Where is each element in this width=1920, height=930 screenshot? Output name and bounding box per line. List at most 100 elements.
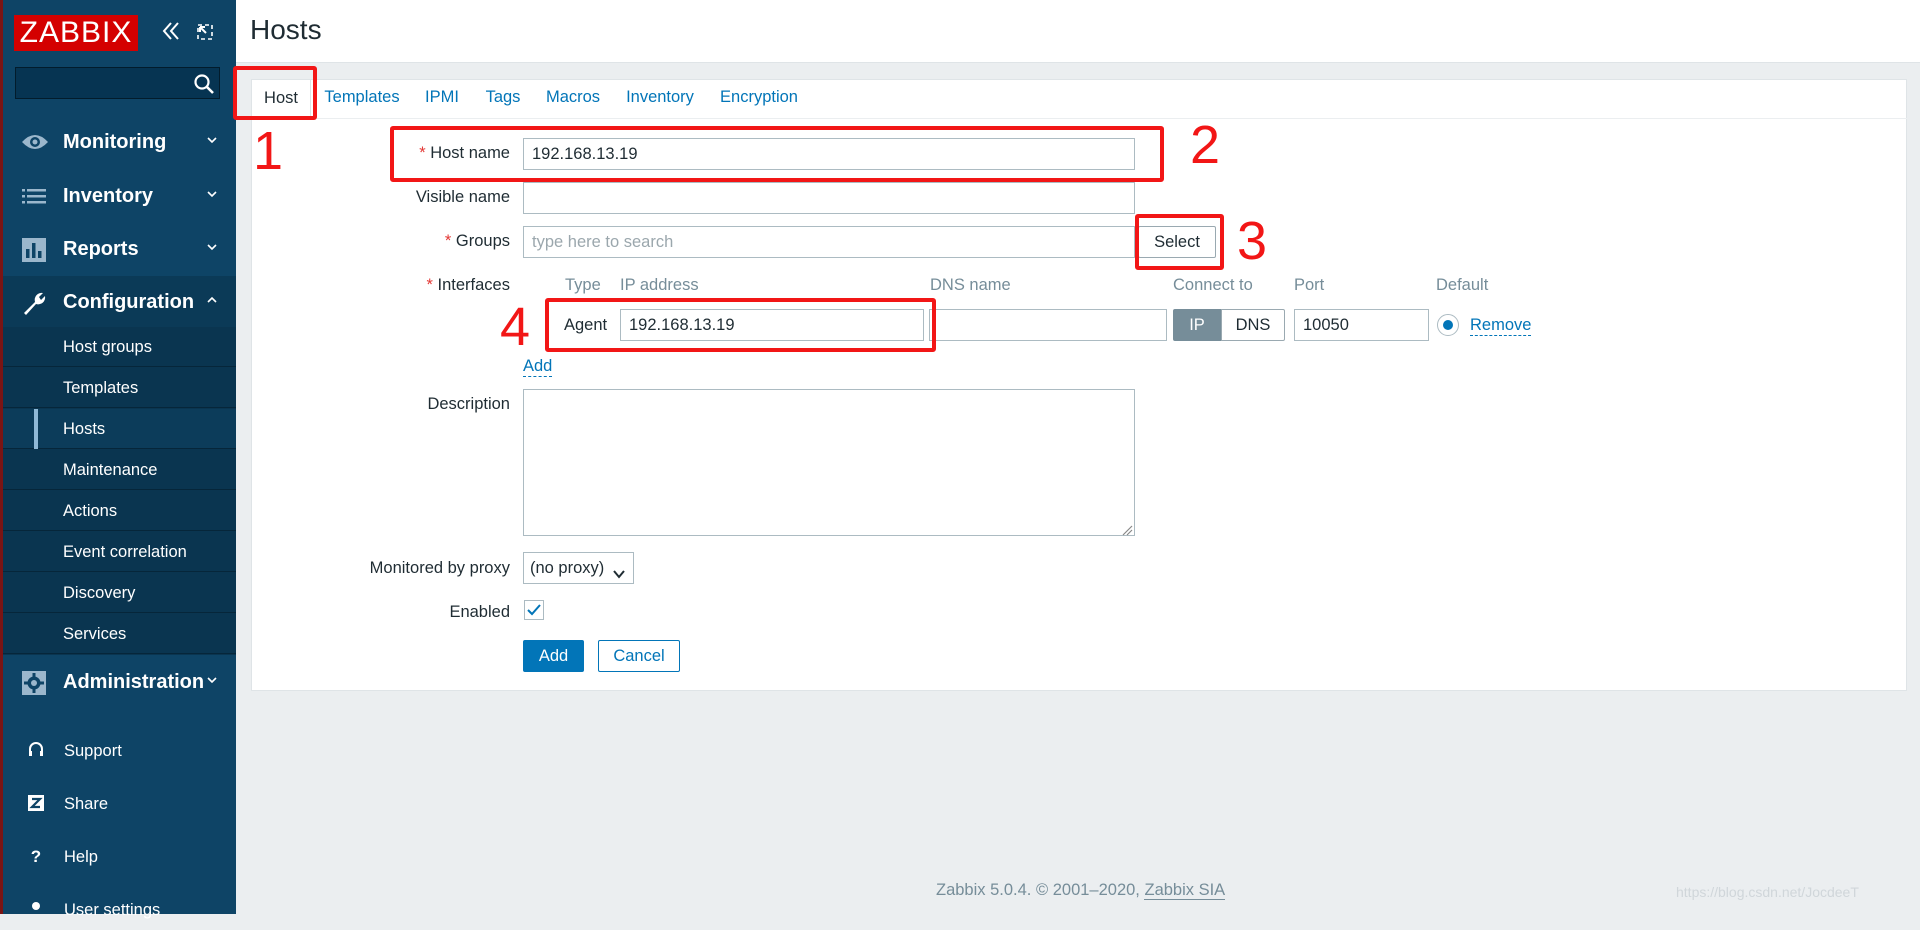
chevron-down-icon bbox=[205, 186, 219, 200]
col-port: Port bbox=[1294, 276, 1325, 294]
headset-icon bbox=[26, 741, 46, 761]
submenu-label: Event correlation bbox=[63, 543, 187, 561]
tab-encryption[interactable]: Encryption bbox=[712, 79, 806, 119]
submenu-label: Services bbox=[63, 625, 127, 643]
double-chevron-left-icon[interactable] bbox=[160, 18, 182, 48]
submenu-label: Host groups bbox=[63, 338, 152, 356]
tab-macros[interactable]: Macros bbox=[538, 79, 608, 119]
col-dns-name: DNS name bbox=[930, 276, 1011, 294]
menu-label: Configuration bbox=[63, 291, 195, 313]
menu-label: Inventory bbox=[63, 185, 154, 207]
submenu-services[interactable]: Services bbox=[3, 614, 236, 654]
add-interface-link[interactable]: Add bbox=[523, 356, 553, 377]
menu-label: Monitoring bbox=[63, 131, 167, 153]
col-connect-to: Connect to bbox=[1173, 276, 1253, 294]
sidebar-label: Share bbox=[64, 795, 109, 813]
question-icon: ? bbox=[30, 847, 42, 866]
sidebar-search-input[interactable] bbox=[15, 67, 220, 99]
interfaces-label-text: Interfaces bbox=[437, 276, 510, 294]
col-ip-address: IP address bbox=[620, 276, 699, 294]
submenu-label: Hosts bbox=[63, 420, 106, 438]
submenu-host-groups[interactable]: Host groups bbox=[3, 327, 236, 367]
gear-icon bbox=[20, 670, 48, 695]
proxy-selected-value: (no proxy) bbox=[530, 559, 605, 577]
configuration-submenu: Host groups Templates Hosts Maintenance … bbox=[3, 327, 236, 655]
menu-configuration[interactable]: Configuration bbox=[3, 276, 236, 328]
annotation-box-2 bbox=[390, 126, 1164, 182]
eye-icon bbox=[20, 130, 48, 154]
bar-chart-icon bbox=[20, 237, 48, 262]
annotation-number-4: 4 bbox=[500, 297, 531, 357]
interface-port-input[interactable]: 10050 bbox=[1294, 309, 1429, 341]
menu-inventory[interactable]: Inventory bbox=[3, 170, 236, 222]
chevron-down-icon bbox=[205, 239, 219, 253]
sidebar-help[interactable]: ? Help bbox=[3, 837, 236, 877]
groups-search-input[interactable]: type here to search bbox=[523, 226, 1135, 258]
submenu-maintenance[interactable]: Maintenance bbox=[3, 450, 236, 490]
chevron-down-icon bbox=[205, 132, 219, 146]
wrench-icon bbox=[20, 290, 48, 315]
col-type: Type bbox=[565, 276, 601, 294]
interface-dns-input[interactable] bbox=[929, 309, 1167, 341]
sidebar-label: Support bbox=[64, 742, 122, 760]
tab-ipmi[interactable]: IPMI bbox=[416, 79, 468, 119]
visible-name-label: Visible name bbox=[415, 188, 510, 206]
resize-grip-icon[interactable] bbox=[1121, 521, 1133, 541]
share-z-icon bbox=[26, 794, 46, 814]
menu-monitoring[interactable]: Monitoring bbox=[3, 116, 236, 168]
interfaces-label: * Interfaces bbox=[426, 276, 510, 294]
chevron-down-icon bbox=[205, 672, 219, 686]
annotation-box-3 bbox=[1135, 214, 1224, 270]
menu-reports[interactable]: Reports bbox=[3, 223, 236, 275]
add-button[interactable]: Add bbox=[523, 640, 584, 672]
sidebar-user-settings[interactable]: User settings bbox=[3, 890, 236, 930]
sidebar-support[interactable]: Support bbox=[3, 731, 236, 771]
sidebar-label: Help bbox=[64, 848, 98, 866]
submenu-actions[interactable]: Actions bbox=[3, 491, 236, 531]
default-interface-radio[interactable] bbox=[1437, 314, 1459, 336]
chevron-up-icon bbox=[205, 292, 219, 306]
user-icon bbox=[26, 900, 46, 920]
tab-inventory[interactable]: Inventory bbox=[618, 79, 702, 119]
visible-name-input[interactable] bbox=[523, 182, 1135, 214]
tab-templates[interactable]: Templates bbox=[318, 79, 406, 119]
cancel-button[interactable]: Cancel bbox=[598, 640, 680, 672]
checkmark-icon bbox=[527, 604, 541, 616]
remove-interface-link[interactable]: Remove bbox=[1470, 315, 1532, 336]
proxy-label: Monitored by proxy bbox=[369, 559, 510, 577]
chevron-down-icon bbox=[612, 561, 626, 591]
search-icon[interactable] bbox=[192, 72, 216, 96]
annotation-number-1: 1 bbox=[253, 121, 284, 181]
list-icon bbox=[20, 184, 48, 208]
proxy-select[interactable]: (no proxy) bbox=[523, 552, 634, 584]
submenu-label: Discovery bbox=[63, 584, 136, 602]
submenu-label: Maintenance bbox=[63, 461, 158, 479]
description-textarea[interactable] bbox=[523, 389, 1135, 536]
page-title: Hosts bbox=[250, 14, 322, 45]
footer-copyright: Zabbix 5.0.4. © 2001–2020, Zabbix SIA bbox=[936, 881, 1226, 900]
submenu-templates[interactable]: Templates bbox=[3, 368, 236, 408]
submenu-event-correlation[interactable]: Event correlation bbox=[3, 532, 236, 572]
tab-tags[interactable]: Tags bbox=[478, 79, 528, 119]
annotation-number-2: 2 bbox=[1190, 115, 1221, 175]
kiosk-mode-icon[interactable] bbox=[195, 18, 215, 48]
enabled-checkbox[interactable] bbox=[524, 600, 544, 620]
description-label: Description bbox=[427, 395, 510, 413]
submenu-discovery[interactable]: Discovery bbox=[3, 573, 236, 613]
sidebar-label: User settings bbox=[64, 901, 161, 919]
connect-dns-button[interactable]: DNS bbox=[1221, 309, 1285, 341]
copyright-text: Zabbix 5.0.4. © 2001–2020, bbox=[936, 881, 1140, 899]
menu-label: Reports bbox=[63, 238, 139, 260]
annotation-box-1 bbox=[233, 66, 317, 120]
page-header: Hosts bbox=[236, 0, 1920, 63]
zabbix-logo[interactable]: ZABBIX bbox=[14, 15, 138, 51]
sidebar-share[interactable]: Share bbox=[3, 784, 236, 824]
col-default: Default bbox=[1436, 276, 1489, 294]
submenu-hosts[interactable]: Hosts bbox=[3, 409, 236, 449]
zabbix-sia-link[interactable]: Zabbix SIA bbox=[1144, 881, 1226, 900]
watermark: https://blog.csdn.net/JocdeeT bbox=[1676, 884, 1859, 900]
menu-administration[interactable]: Administration bbox=[3, 656, 236, 708]
groups-label-text: Groups bbox=[455, 232, 510, 250]
connect-ip-button[interactable]: IP bbox=[1173, 309, 1221, 341]
groups-label: * Groups bbox=[444, 232, 510, 250]
